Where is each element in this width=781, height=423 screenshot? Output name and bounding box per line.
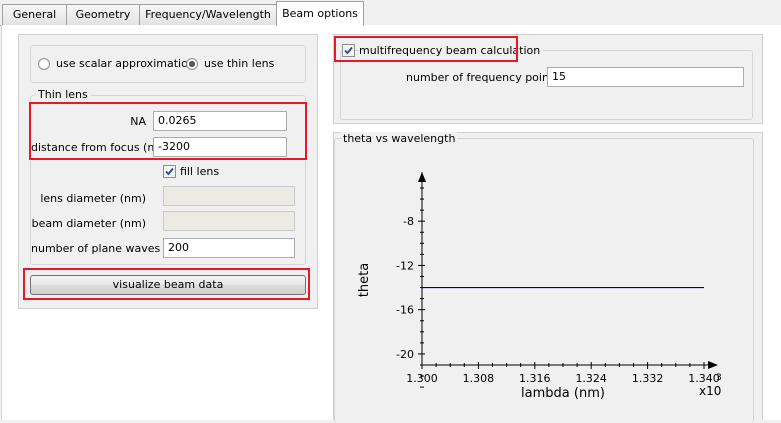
lens-diameter-label: lens diameter (nm)	[40, 192, 146, 205]
plot-group	[334, 138, 754, 423]
thin-lens-label: use thin lens	[204, 57, 275, 70]
thin-lens-radio[interactable]	[186, 58, 198, 70]
frequency-points-input[interactable]: 15	[547, 67, 744, 87]
plot-panel: theta vs wavelength	[333, 132, 763, 423]
tab-general[interactable]: General	[2, 4, 67, 25]
fill-lens-checkbox[interactable]	[163, 165, 176, 178]
lens-diameter-input	[163, 186, 295, 206]
radio-selected-dot	[189, 61, 195, 67]
beam-diameter-label: beam diameter (nm)	[31, 217, 146, 230]
tab-beam-options[interactable]: Beam options	[276, 1, 364, 26]
plot-title: theta vs wavelength	[341, 132, 458, 145]
checkmark-icon	[165, 167, 174, 176]
fill-lens-label: fill lens	[180, 165, 220, 178]
approximation-group: use scalar approximation use thin lens	[30, 45, 306, 83]
scalar-approximation-radio[interactable]	[38, 58, 50, 70]
tab-geometry[interactable]: Geometry	[66, 4, 140, 25]
highlight-multifrequency	[334, 36, 518, 62]
tab-bar: General Geometry Frequency/Wavelength Be…	[0, 0, 781, 27]
beam-diameter-input	[163, 211, 295, 231]
highlight-visualize-button	[23, 268, 310, 300]
plane-waves-input[interactable]: 200	[163, 238, 295, 258]
thin-lens-title: Thin lens	[35, 88, 91, 101]
plane-waves-label: number of plane waves	[31, 242, 161, 255]
tab-frequency-wavelength[interactable]: Frequency/Wavelength	[139, 4, 277, 25]
scalar-approximation-label: use scalar approximation	[56, 57, 195, 70]
highlight-thin-lens-inputs	[29, 102, 307, 160]
frequency-points-label: number of frequency points	[406, 71, 559, 84]
